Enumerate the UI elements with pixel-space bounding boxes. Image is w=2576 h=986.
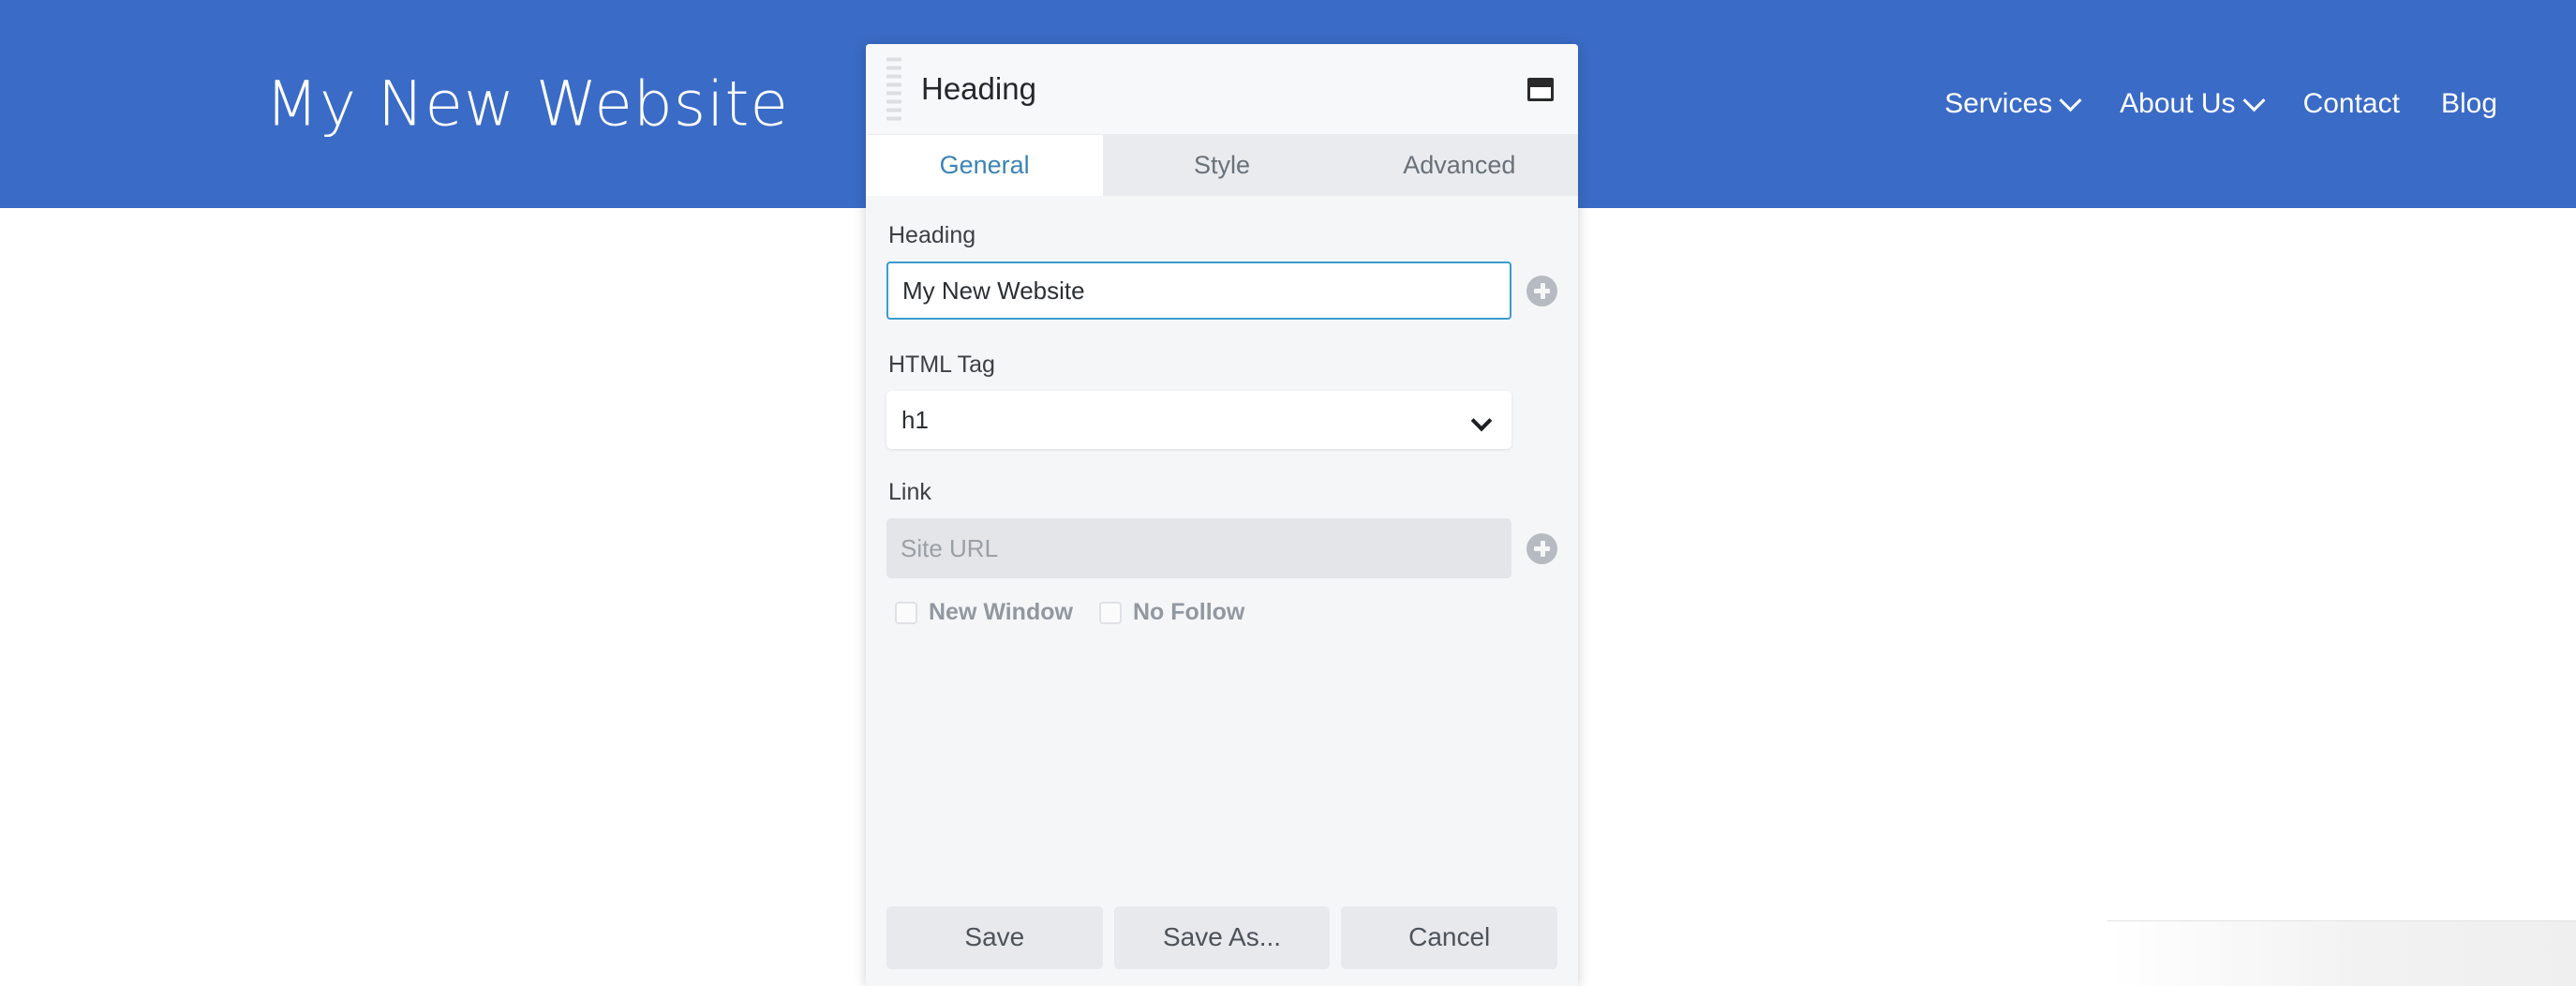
checkbox-no-follow[interactable]: No Follow — [1098, 599, 1245, 626]
link-field-label: Link — [888, 479, 931, 505]
checkbox-label: New Window — [929, 599, 1073, 625]
tab-general[interactable]: General — [866, 135, 1104, 196]
checkbox-label: No Follow — [1132, 599, 1245, 625]
chevron-down-icon — [2242, 88, 2266, 112]
tab-style[interactable]: Style — [1103, 135, 1341, 196]
html-tag-select-wrap: h1 — [886, 391, 1511, 449]
panel-tabs: General Style Advanced — [866, 135, 1578, 196]
checkbox-box-icon[interactable] — [1098, 601, 1122, 624]
field-html-tag: HTML Tag h1 — [866, 351, 1578, 449]
link-input[interactable] — [886, 518, 1511, 578]
html-tag-selected-value: h1 — [901, 405, 929, 434]
window-restore-icon[interactable] — [1525, 75, 1556, 103]
panel-body: Heading HTML Tag h1 Link — [866, 196, 1578, 889]
nav-item-label: Blog — [2440, 88, 2497, 119]
drag-handle-icon[interactable] — [886, 57, 901, 121]
nav-item-services[interactable]: Services — [1924, 79, 2099, 129]
nav-item-contact[interactable]: Contact — [2283, 79, 2420, 129]
plus-circle-icon[interactable] — [1526, 532, 1557, 564]
html-tag-select[interactable]: h1 — [886, 391, 1511, 449]
site-nav: Services About Us Contact Blog — [1924, 79, 2518, 129]
plus-circle-icon[interactable] — [1526, 275, 1557, 306]
panel-header: Heading — [866, 44, 1578, 135]
save-as-button[interactable]: Save As... — [1113, 905, 1331, 969]
link-input-row — [886, 518, 1557, 578]
cancel-button[interactable]: Cancel — [1341, 905, 1558, 969]
nav-item-label: About Us — [2120, 88, 2236, 119]
chevron-down-icon — [2059, 88, 2082, 112]
field-heading: Heading — [866, 222, 1578, 320]
panel-footer: Save Save As... Cancel — [866, 889, 1578, 986]
heading-input[interactable] — [886, 261, 1511, 320]
link-options-row: New Window No Follow — [866, 578, 1578, 626]
checkbox-new-window[interactable]: New Window — [895, 599, 1073, 626]
save-button[interactable]: Save — [886, 905, 1103, 969]
heading-input-row — [886, 261, 1557, 320]
checkbox-box-icon[interactable] — [895, 601, 917, 624]
html-tag-field-label: HTML Tag — [888, 351, 995, 378]
nav-item-about-us[interactable]: About Us — [2099, 79, 2282, 129]
heading-settings-panel: Heading General Style Advanced Heading H… — [866, 44, 1578, 986]
background-panel-edge — [2107, 920, 2576, 986]
field-link: Link — [866, 479, 1578, 578]
nav-item-blog[interactable]: Blog — [2420, 79, 2518, 129]
panel-title: Heading — [921, 71, 1036, 106]
nav-item-label: Services — [1944, 88, 2053, 119]
heading-field-label: Heading — [888, 222, 976, 248]
site-title: My New Website — [265, 67, 790, 141]
tab-advanced[interactable]: Advanced — [1340, 135, 1578, 196]
nav-item-label: Contact — [2302, 88, 2400, 119]
